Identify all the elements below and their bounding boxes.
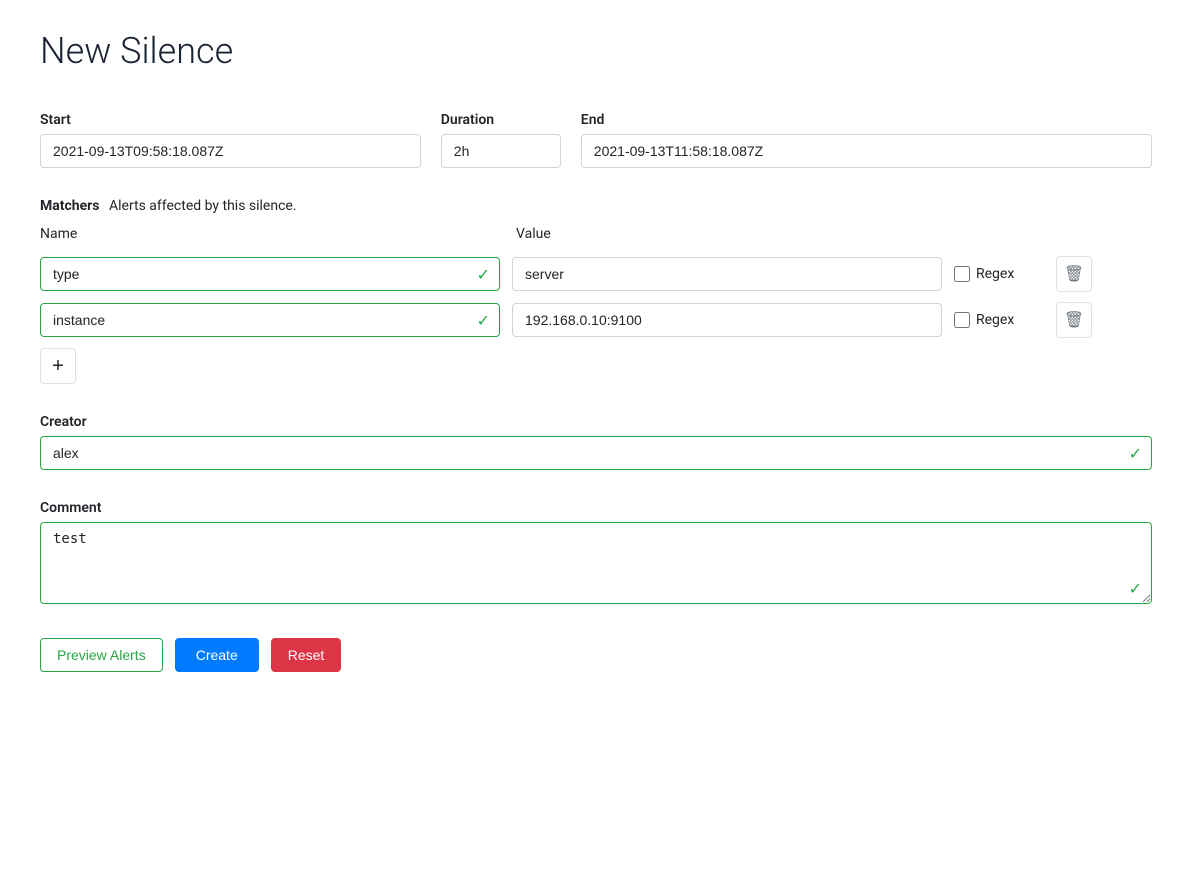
regex-label-1[interactable]: Regex <box>976 266 1014 282</box>
regex-checkbox-2[interactable] <box>954 312 970 328</box>
name-valid-icon-2: ✓ <box>477 311 490 330</box>
matchers-label: Matchers <box>40 198 100 214</box>
delete-matcher-button-1[interactable]: 🗑 <box>1056 256 1092 292</box>
duration-label: Duration <box>441 112 561 128</box>
action-buttons: Preview Alerts Create Reset <box>40 638 1152 672</box>
page-title: New Silence <box>40 30 1152 72</box>
start-input[interactable] <box>40 134 421 168</box>
matcher-row-1: ✓ Regex 🗑 <box>40 256 1152 292</box>
regex-checkbox-1[interactable] <box>954 266 970 282</box>
creator-label: Creator <box>40 414 1152 430</box>
matcher-name-input-1[interactable] <box>40 257 500 291</box>
trash-icon-2: 🗑 <box>1064 310 1084 330</box>
comment-label: Comment <box>40 500 1152 516</box>
creator-valid-icon: ✓ <box>1129 444 1142 463</box>
create-button[interactable]: Create <box>175 638 259 672</box>
name-valid-icon-1: ✓ <box>477 265 490 284</box>
reset-button[interactable]: Reset <box>271 638 342 672</box>
comment-valid-icon: ✓ <box>1129 579 1142 598</box>
regex-label-2[interactable]: Regex <box>976 312 1014 328</box>
add-matcher-button[interactable]: + <box>40 348 76 384</box>
matcher-value-input-1[interactable] <box>512 257 942 291</box>
trash-icon-1: 🗑 <box>1064 264 1084 284</box>
duration-input[interactable] <box>441 134 561 168</box>
start-label: Start <box>40 112 421 128</box>
value-column-header: Value <box>516 226 946 242</box>
end-input[interactable] <box>581 134 1152 168</box>
plus-icon: + <box>52 355 64 378</box>
end-label: End <box>581 112 1152 128</box>
comment-textarea[interactable]: test <box>40 522 1152 604</box>
matcher-value-input-2[interactable] <box>512 303 942 337</box>
creator-input[interactable] <box>40 436 1152 470</box>
preview-alerts-button[interactable]: Preview Alerts <box>40 638 163 672</box>
matcher-row-2: ✓ Regex 🗑 <box>40 302 1152 338</box>
matchers-description: Alerts affected by this silence. <box>109 198 297 214</box>
matcher-name-input-2[interactable] <box>40 303 500 337</box>
delete-matcher-button-2[interactable]: 🗑 <box>1056 302 1092 338</box>
name-column-header: Name <box>40 226 500 242</box>
